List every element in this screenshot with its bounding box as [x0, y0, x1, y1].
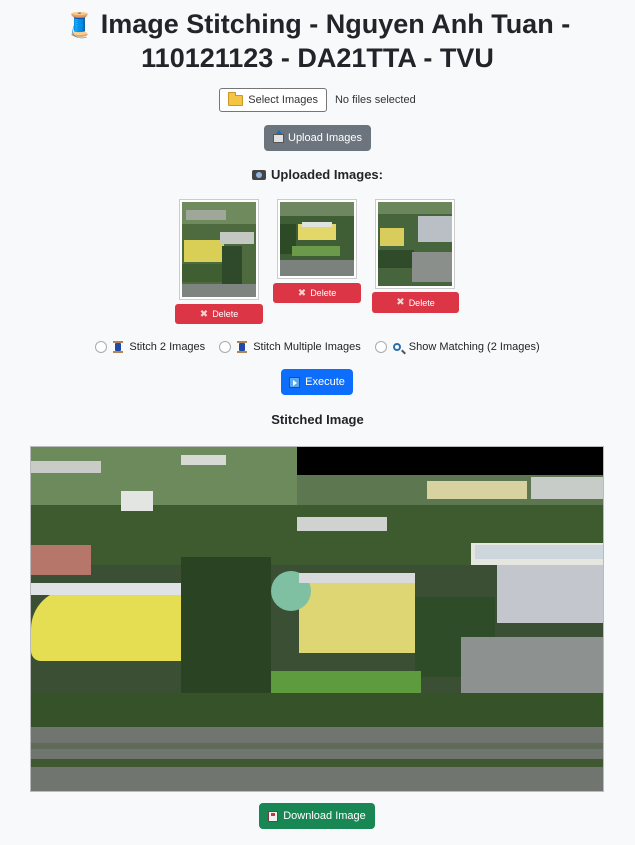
delete-button[interactable]: ✖ Delete	[372, 292, 459, 313]
delete-label: Delete	[212, 309, 239, 319]
magnifier-icon	[392, 343, 401, 351]
thumbnail-image	[280, 202, 354, 276]
mode-options: Stitch 2 Images Stitch Multiple Images S…	[0, 341, 635, 353]
thumbnail-image	[182, 202, 256, 297]
file-status-text: No files selected	[334, 94, 416, 106]
delete-button[interactable]: ✖ Delete	[175, 304, 263, 324]
option-show-matching[interactable]: Show Matching (2 Images)	[374, 341, 540, 353]
camera-icon	[252, 170, 267, 180]
upload-images-label: Upload Images	[288, 132, 362, 144]
radio-button[interactable]	[219, 341, 232, 353]
download-label: Download Image	[283, 810, 366, 822]
stitched-image	[30, 446, 604, 792]
delete-label: Delete	[408, 297, 435, 308]
download-image-button[interactable]: Download Image	[259, 803, 375, 829]
folder-icon	[228, 91, 244, 106]
thumbnail-image	[378, 202, 452, 286]
spool-icon	[113, 341, 124, 353]
option-stitch-2-images[interactable]: Stitch 2 Images	[95, 341, 205, 353]
cross-icon: ✖	[396, 297, 405, 308]
floppy-disk-icon	[268, 810, 279, 822]
option-label: Stitch Multiple Images	[253, 341, 361, 353]
uploaded-thumbnail	[179, 199, 259, 300]
execute-button[interactable]: Execute	[281, 369, 353, 395]
radio-button[interactable]	[374, 341, 387, 353]
upload-icon	[273, 129, 284, 143]
option-label: Show Matching (2 Images)	[408, 341, 540, 353]
delete-button[interactable]: ✖ Delete	[273, 283, 361, 303]
uploaded-images-heading: Uploaded Images:	[0, 167, 635, 182]
uploaded-images-heading-text: Uploaded Images:	[271, 167, 383, 182]
radio-button[interactable]	[95, 341, 108, 353]
option-stitch-multiple-images[interactable]: Stitch Multiple Images	[219, 341, 361, 353]
cross-icon: ✖	[297, 287, 307, 299]
select-images-label: Select Images	[248, 94, 318, 106]
title-line-2: 110121123 - DA21TTA - TVU	[141, 43, 494, 73]
uploaded-thumbnail	[277, 199, 357, 279]
stitched-image-heading: Stitched Image	[271, 412, 364, 427]
option-label: Stitch 2 Images	[129, 341, 206, 353]
cross-icon: ✖	[199, 308, 209, 320]
spool-icon	[237, 341, 248, 353]
delete-label: Delete	[310, 288, 337, 298]
select-images-button[interactable]: Select Images	[219, 88, 327, 112]
play-icon	[289, 376, 301, 388]
uploaded-thumbnail	[375, 199, 455, 289]
page-title: 🧵 Image Stitching - Nguyen Anh Tuan - 110…	[0, 8, 635, 75]
spool-of-thread-icon: 🧵	[64, 12, 95, 39]
title-line-1: Image Stitching - Nguyen Anh Tuan -	[100, 9, 571, 39]
file-input-row: Select Images No files selected	[0, 88, 635, 112]
upload-images-button[interactable]: Upload Images	[264, 125, 371, 151]
execute-label: Execute	[305, 376, 345, 388]
